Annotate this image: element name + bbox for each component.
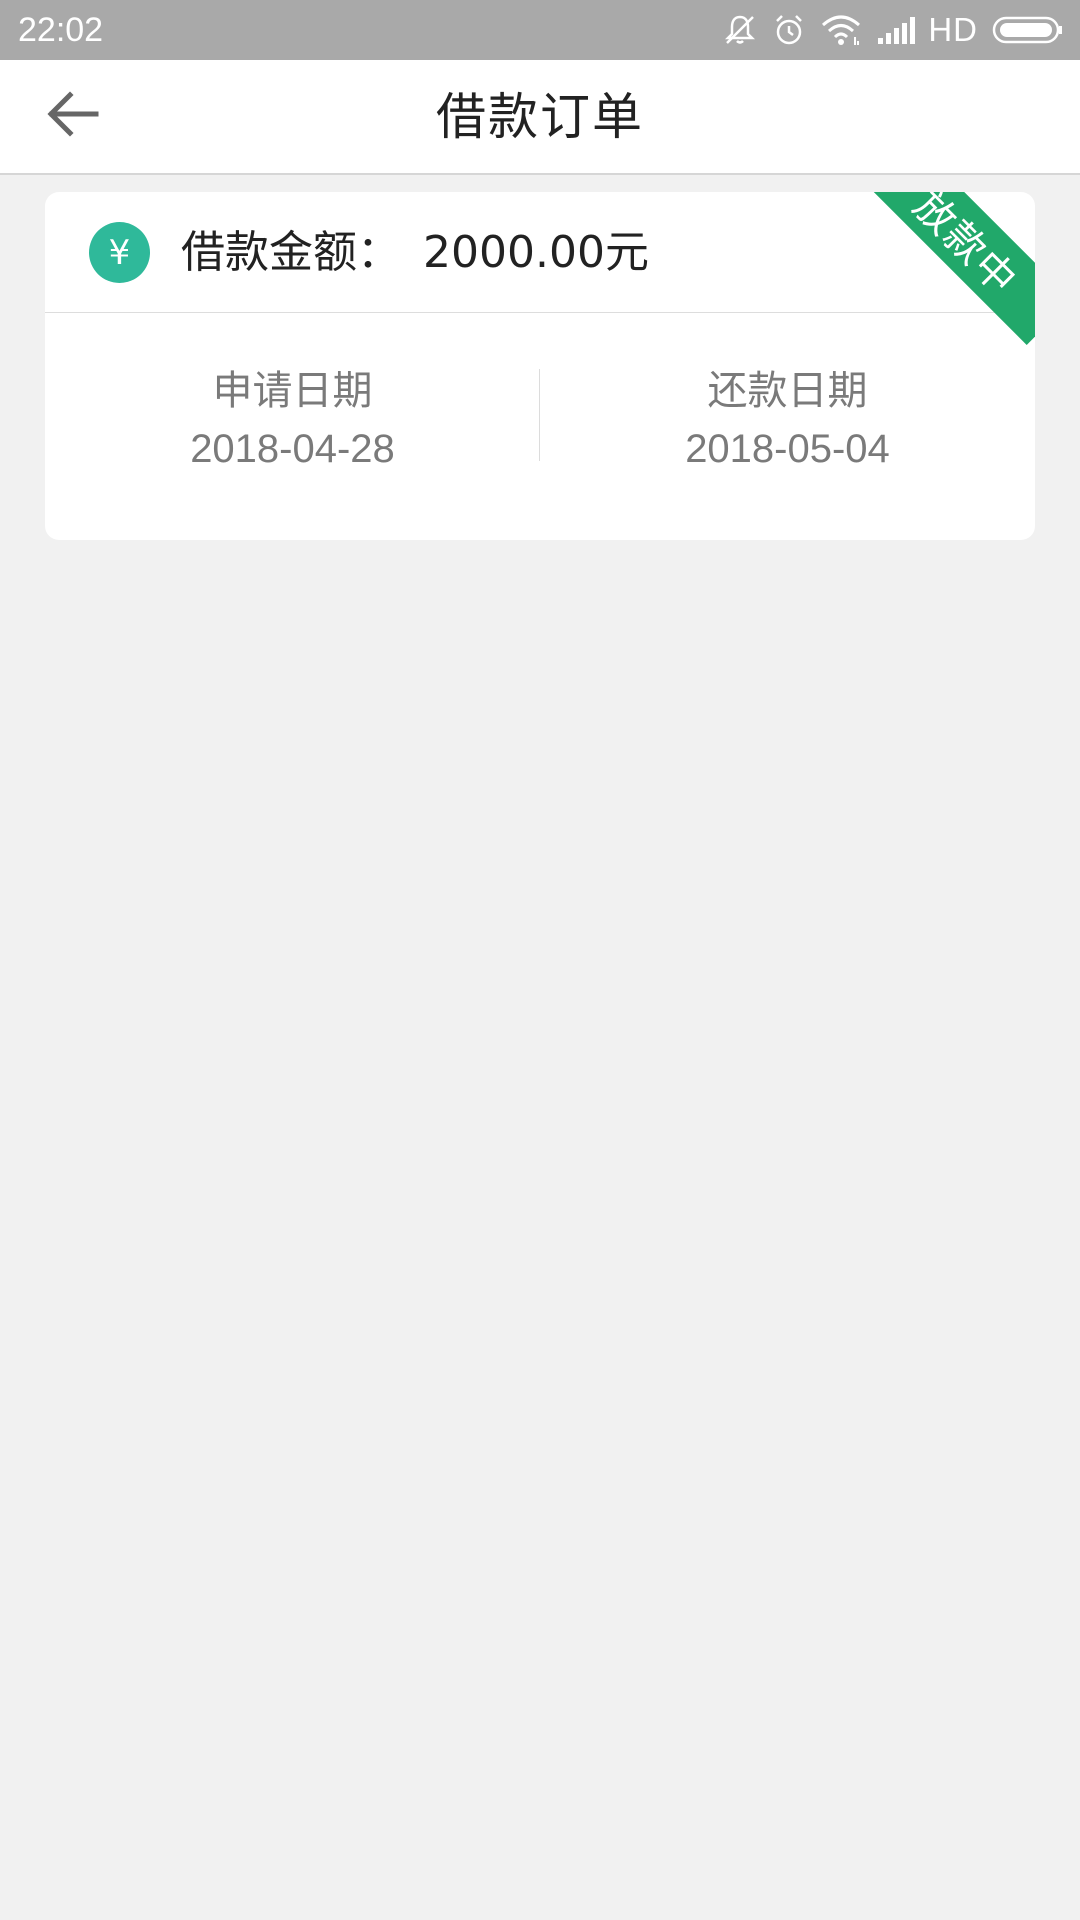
repay-date-label: 还款日期	[707, 368, 868, 414]
status-icons: HD	[708, 0, 1064, 60]
signal-icon	[876, 14, 916, 46]
repay-date-value: 2018-05-04	[685, 427, 890, 471]
dates-row: 申请日期 2018-04-28 还款日期 2018-05-04	[45, 313, 1035, 540]
apply-date-label: 申请日期	[212, 368, 373, 414]
app-bar: 借款订单	[0, 60, 1080, 175]
alarm-icon	[772, 13, 806, 47]
amount-value: 2000.00元	[423, 227, 649, 278]
order-amount-row: ¥ 借款金额： 2000.00元	[45, 192, 1035, 313]
repay-date-column: 还款日期 2018-05-04	[540, 365, 1035, 477]
apply-date-value: 2018-04-28	[190, 427, 395, 471]
apply-date-column: 申请日期 2018-04-28	[45, 365, 540, 477]
status-bar: 22:02 HD	[0, 0, 1080, 60]
amount-label: 借款金额：	[181, 227, 401, 278]
page-title: 借款订单	[436, 88, 644, 146]
yen-icon: ¥	[89, 222, 150, 283]
status-time: 22:02	[18, 11, 104, 49]
battery-icon	[992, 15, 1064, 45]
network-type-label: HD	[928, 11, 978, 48]
wifi-icon	[820, 13, 862, 47]
yen-symbol: ¥	[108, 232, 131, 273]
mute-icon	[722, 12, 758, 48]
order-card[interactable]: ¥ 借款金额： 2000.00元 放款中 申请日期 2018-04-28 还款日…	[45, 192, 1035, 540]
